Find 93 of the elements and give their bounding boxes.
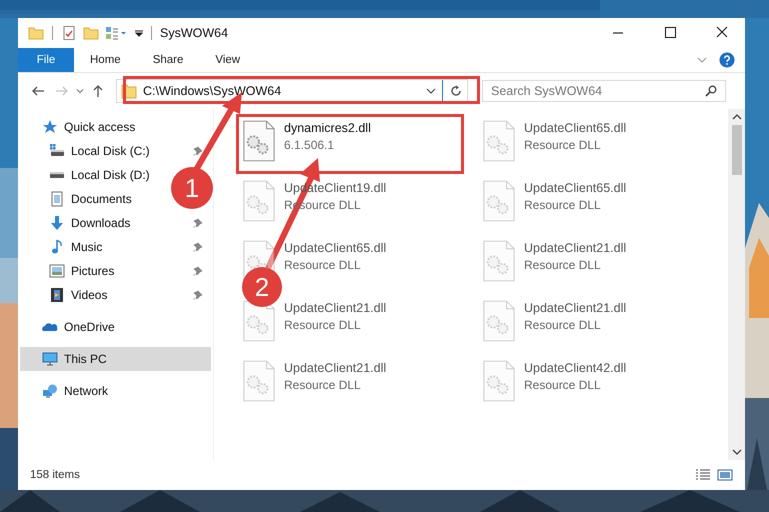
ribbon-tab[interactable]: Share xyxy=(136,48,200,72)
recent-locations-icon[interactable] xyxy=(76,87,84,95)
file-detail: Resource DLL xyxy=(524,198,602,212)
file-name: UpdateClient21.dll xyxy=(524,241,626,255)
help-icon[interactable] xyxy=(719,52,735,68)
file-detail: Resource DLL xyxy=(524,138,602,152)
sidebar-item[interactable]: Downloads xyxy=(20,211,211,235)
sidebar-label: Downloads xyxy=(71,216,132,230)
search-icon[interactable] xyxy=(705,85,717,97)
star-icon xyxy=(42,119,58,135)
ribbon-tab[interactable]: Home xyxy=(74,48,137,72)
sidebar-label: This PC xyxy=(64,352,108,366)
file-name: UpdateClient42.dll xyxy=(524,361,626,375)
file-detail: Resource DLL xyxy=(284,258,362,272)
sidebar-label: Documents xyxy=(71,192,132,206)
file-detail: Resource DLL xyxy=(524,258,602,272)
details-view-icon[interactable] xyxy=(695,469,711,481)
large-icons-view-icon[interactable] xyxy=(717,469,733,481)
download-arrow-icon xyxy=(49,215,65,231)
sidebar-item[interactable]: Pictures xyxy=(20,259,211,283)
file-tab[interactable]: File xyxy=(18,48,74,72)
ribbon-tab[interactable]: View xyxy=(199,48,256,72)
dropdown-icon[interactable] xyxy=(426,86,436,96)
file-detail: Resource DLL xyxy=(524,378,602,392)
sidebar-item[interactable]: This PC xyxy=(20,347,211,371)
file-name: UpdateClient21.dll xyxy=(524,301,626,315)
refresh-icon[interactable] xyxy=(449,84,463,98)
file-detail: Resource DLL xyxy=(284,378,362,392)
sidebar-label: Local Disk (D:) xyxy=(71,168,150,182)
file-tile[interactable]: dynamicres2.dll 6.1.506.1 xyxy=(238,117,375,165)
step-marker: 2 xyxy=(242,267,282,307)
gear-file-icon xyxy=(242,119,276,163)
sidebar-item[interactable]: OneDrive xyxy=(20,315,121,339)
gear-file-icon xyxy=(482,359,516,403)
network-icon xyxy=(42,383,58,399)
expand-ribbon-icon[interactable] xyxy=(697,55,707,65)
file-tile[interactable]: UpdateClient42.dll Resource DLL xyxy=(478,357,630,405)
dropdown-icon[interactable] xyxy=(135,28,143,38)
file-tile[interactable]: UpdateClient65.dll Resource DLL xyxy=(478,177,630,225)
sidebar-label: Local Disk (C:) xyxy=(71,144,151,158)
sidebar-item[interactable]: Music xyxy=(20,235,211,259)
sidebar-item[interactable]: Local Disk (D:) xyxy=(20,163,156,187)
gear-file-icon xyxy=(482,299,516,343)
scroll-down-icon[interactable] xyxy=(732,448,742,456)
sidebar-item[interactable]: Network xyxy=(20,379,114,403)
file-tile[interactable]: UpdateClient65.dll Resource DLL xyxy=(478,117,630,165)
file-detail: 6.1.506.1 xyxy=(284,138,336,152)
film-strip-icon xyxy=(49,287,65,303)
file-detail: Resource DLL xyxy=(524,318,602,332)
gear-file-icon xyxy=(242,179,276,223)
sidebar-label: Network xyxy=(64,384,108,398)
gear-file-icon xyxy=(482,179,516,223)
sidebar-item[interactable]: Quick access xyxy=(20,115,142,139)
scroll-thumb[interactable] xyxy=(732,125,742,175)
file-tile[interactable]: UpdateClient21.dll Resource DLL xyxy=(238,357,390,405)
file-name: UpdateClient65.dll xyxy=(524,181,626,195)
gear-file-icon xyxy=(482,239,516,283)
properties-icon[interactable] xyxy=(61,25,77,41)
file-tile[interactable]: UpdateClient21.dll Resource DLL xyxy=(478,237,630,285)
scroll-up-icon[interactable] xyxy=(732,113,742,121)
file-name: UpdateClient65.dll xyxy=(524,121,626,135)
file-name: dynamicres2.dll xyxy=(284,121,371,135)
file-name: UpdateClient21.dll xyxy=(284,361,386,375)
drive-icon xyxy=(50,172,64,178)
document-icon xyxy=(49,191,65,207)
gear-file-icon xyxy=(482,119,516,163)
sidebar-label: Music xyxy=(71,240,104,254)
sidebar-item[interactable]: Videos xyxy=(20,283,211,307)
address-path: C:\Windows\SysWOW64 xyxy=(143,84,282,98)
item-count: 158 items xyxy=(30,469,80,481)
sidebar-label: Videos xyxy=(71,288,108,302)
sidebar-item[interactable]: Documents xyxy=(20,187,138,211)
up-arrow-icon[interactable] xyxy=(91,84,105,98)
picture-frame-icon xyxy=(49,263,65,279)
folder-icon xyxy=(28,25,44,41)
step-marker: 1 xyxy=(171,167,213,209)
file-name: UpdateClient65.dll xyxy=(284,241,386,255)
window-title: SysWOW64 xyxy=(160,26,228,40)
sidebar-item[interactable]: Local Disk (C:) xyxy=(20,139,211,163)
computer-icon xyxy=(42,351,58,367)
music-note-icon xyxy=(49,239,65,255)
sidebar-label: Pictures xyxy=(71,264,116,278)
file-detail: Resource DLL xyxy=(284,318,362,332)
file-tile[interactable]: UpdateClient21.dll Resource DLL xyxy=(478,297,630,345)
gear-file-icon xyxy=(242,359,276,403)
drive-icon xyxy=(49,143,65,159)
search-field[interactable]: Search SysWOW64 xyxy=(482,80,726,102)
sidebar-label: Quick access xyxy=(64,120,136,134)
customize-toolbar-icon[interactable] xyxy=(105,25,129,41)
back-arrow-icon[interactable] xyxy=(31,84,45,98)
sidebar-label: OneDrive xyxy=(64,320,115,334)
file-name: UpdateClient21.dll xyxy=(284,301,386,315)
scrollbar[interactable] xyxy=(728,109,745,460)
